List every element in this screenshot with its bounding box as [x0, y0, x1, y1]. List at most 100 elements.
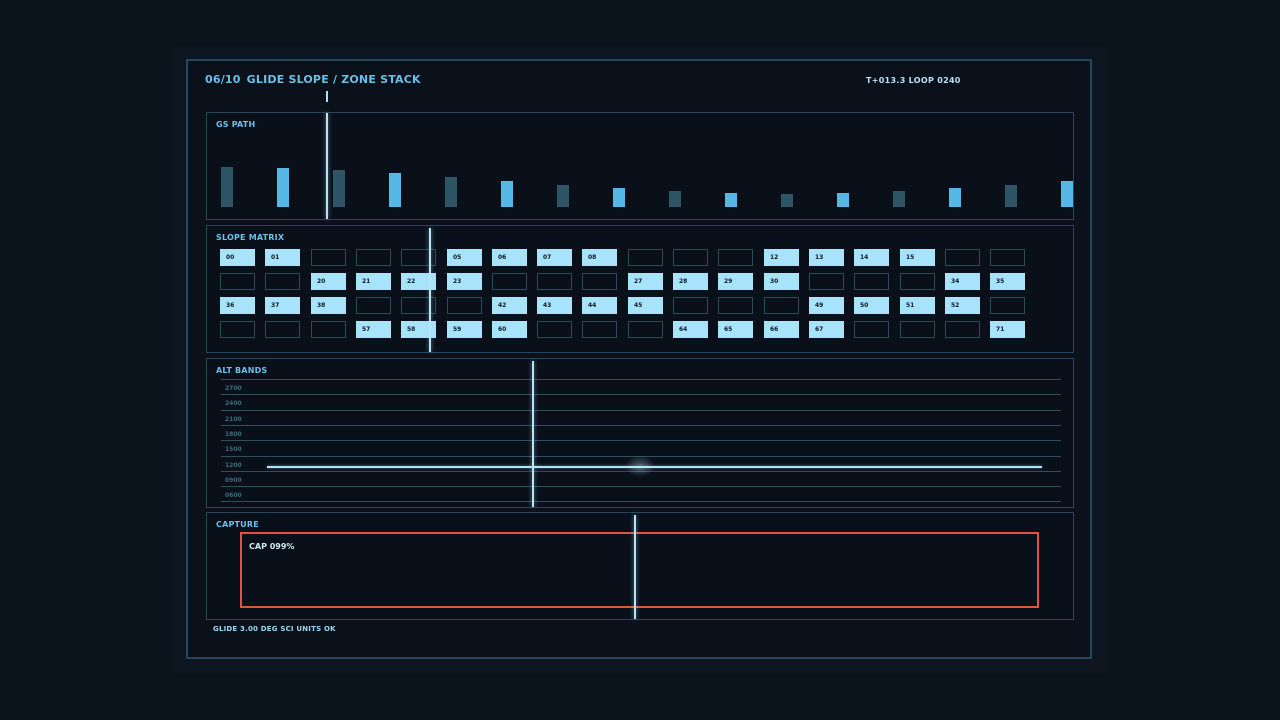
matrix-cell[interactable]: 65: [718, 321, 753, 338]
alt-gridline: [221, 425, 1061, 426]
matrix-cell[interactable]: [356, 297, 391, 314]
matrix-cell-label: 36: [226, 302, 235, 309]
matrix-cell[interactable]: [447, 297, 482, 314]
matrix-cell[interactable]: [582, 321, 617, 338]
matrix-cell[interactable]: 00: [220, 249, 255, 266]
matrix-cell[interactable]: 29: [718, 273, 753, 290]
matrix-cell-label: 13: [815, 254, 824, 261]
matrix-cell-label: 34: [951, 278, 960, 285]
matrix-cell[interactable]: 15: [900, 249, 935, 266]
alt-scan-line[interactable]: [532, 361, 534, 507]
matrix-cell[interactable]: 66: [764, 321, 799, 338]
matrix-cell-label: 30: [770, 278, 779, 285]
matrix-cell[interactable]: [673, 249, 708, 266]
matrix-cell[interactable]: [220, 321, 255, 338]
matrix-cell[interactable]: [764, 297, 799, 314]
matrix-cell[interactable]: [492, 273, 527, 290]
matrix-cell[interactable]: 37: [265, 297, 300, 314]
matrix-cell[interactable]: [854, 273, 889, 290]
matrix-cell[interactable]: [311, 249, 346, 266]
matrix-cell[interactable]: [990, 249, 1025, 266]
matrix-cell[interactable]: 64: [673, 321, 708, 338]
matrix-cell[interactable]: 44: [582, 297, 617, 314]
alt-gridline: [221, 501, 1061, 502]
matrix-cell[interactable]: 50: [854, 297, 889, 314]
matrix-cell[interactable]: [945, 249, 980, 266]
matrix-cell[interactable]: 20: [311, 273, 346, 290]
matrix-cell[interactable]: 14: [854, 249, 889, 266]
matrix-cell[interactable]: [718, 249, 753, 266]
matrix-cell[interactable]: 59: [447, 321, 482, 338]
capture-box[interactable]: CAP 099%: [240, 532, 1039, 608]
matrix-cell[interactable]: [311, 321, 346, 338]
gs-path-bar: [445, 177, 457, 207]
matrix-cell[interactable]: 38: [311, 297, 346, 314]
matrix-cell[interactable]: 27: [628, 273, 663, 290]
matrix-cell[interactable]: [537, 273, 572, 290]
matrix-cell-label: 37: [271, 302, 280, 309]
matrix-cell[interactable]: 43: [537, 297, 572, 314]
matrix-cell[interactable]: 67: [809, 321, 844, 338]
matrix-cell[interactable]: 28: [673, 273, 708, 290]
matrix-cell[interactable]: [854, 321, 889, 338]
page-title-text: GLIDE SLOPE / ZONE STACK: [246, 73, 421, 86]
alt-bands-panel: ALT BANDS 2700 2400 2100 1800 1500 1200 0900 06…: [206, 358, 1074, 508]
matrix-cell-label: 00: [226, 254, 235, 261]
matrix-cell[interactable]: [900, 273, 935, 290]
capture-scan-line[interactable]: [634, 515, 636, 619]
matrix-cell[interactable]: 21: [356, 273, 391, 290]
matrix-cell-label: 44: [588, 302, 597, 309]
matrix-cell[interactable]: [900, 321, 935, 338]
matrix-cell[interactable]: 05: [447, 249, 482, 266]
gs-path-panel: GS PATH: [206, 112, 1074, 220]
gs-scan-line[interactable]: [326, 113, 328, 219]
matrix-cell[interactable]: [265, 321, 300, 338]
matrix-cell[interactable]: [582, 273, 617, 290]
matrix-cell[interactable]: 45: [628, 297, 663, 314]
matrix-cell-label: 20: [317, 278, 326, 285]
matrix-cell[interactable]: [628, 249, 663, 266]
slope-matrix-label: SLOPE MATRIX: [216, 233, 285, 242]
matrix-scan-line[interactable]: [429, 228, 431, 352]
matrix-cell[interactable]: 52: [945, 297, 980, 314]
matrix-cell[interactable]: [673, 297, 708, 314]
matrix-cell[interactable]: 12: [764, 249, 799, 266]
matrix-cell-label: 51: [906, 302, 915, 309]
matrix-cell[interactable]: [628, 321, 663, 338]
slope-matrix-panel: SLOPE MATRIX 00 01 05 06 07 08 12 13 14 15 20 21 22 2…: [206, 225, 1074, 353]
matrix-cell[interactable]: [945, 321, 980, 338]
matrix-cell[interactable]: [990, 297, 1025, 314]
matrix-cell[interactable]: 07: [537, 249, 572, 266]
matrix-cell[interactable]: 23: [447, 273, 482, 290]
matrix-cell[interactable]: 36: [220, 297, 255, 314]
matrix-cell[interactable]: [537, 321, 572, 338]
gs-path-bar: [501, 181, 513, 207]
matrix-cell-label: 43: [543, 302, 552, 309]
matrix-cell[interactable]: [809, 273, 844, 290]
gs-path-bar: [893, 191, 905, 207]
matrix-cell[interactable]: 30: [764, 273, 799, 290]
matrix-cell[interactable]: [718, 297, 753, 314]
matrix-cell[interactable]: 51: [900, 297, 935, 314]
matrix-cell[interactable]: 57: [356, 321, 391, 338]
alt-level-label: 2400: [225, 400, 242, 407]
matrix-cell[interactable]: 49: [809, 297, 844, 314]
matrix-cell[interactable]: 06: [492, 249, 527, 266]
matrix-cell[interactable]: 71: [990, 321, 1025, 338]
gs-path-bar: [333, 170, 345, 207]
matrix-cell[interactable]: 13: [809, 249, 844, 266]
matrix-cell[interactable]: 08: [582, 249, 617, 266]
alt-gridline: [221, 394, 1061, 395]
gs-path-bar: [781, 194, 793, 207]
matrix-cell-label: 49: [815, 302, 824, 309]
matrix-cell[interactable]: 01: [265, 249, 300, 266]
matrix-cell[interactable]: [220, 273, 255, 290]
matrix-cell[interactable]: 42: [492, 297, 527, 314]
matrix-cell[interactable]: 34: [945, 273, 980, 290]
matrix-cell[interactable]: [265, 273, 300, 290]
matrix-cell[interactable]: 60: [492, 321, 527, 338]
alt-level-label: 2700: [225, 385, 242, 392]
matrix-cell-label: 14: [860, 254, 869, 261]
matrix-cell[interactable]: [356, 249, 391, 266]
matrix-cell[interactable]: 35: [990, 273, 1025, 290]
